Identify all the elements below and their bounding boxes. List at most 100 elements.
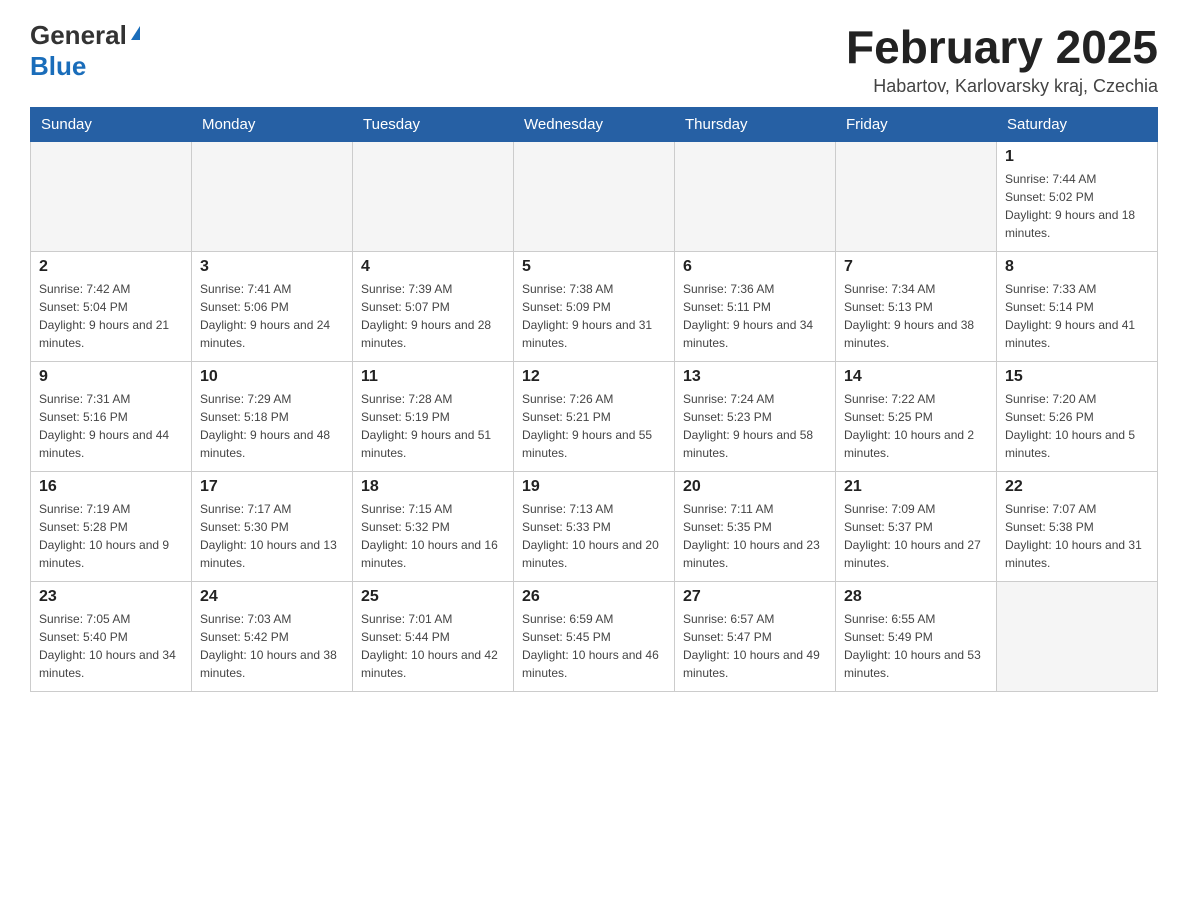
day-info: Sunrise: 7:42 AMSunset: 5:04 PMDaylight:… — [39, 280, 183, 352]
calendar-day-cell: 20 Sunrise: 7:11 AMSunset: 5:35 PMDayligh… — [675, 472, 836, 582]
day-info: Sunrise: 7:09 AMSunset: 5:37 PMDaylight:… — [844, 500, 988, 572]
calendar-week-row: 9 Sunrise: 7:31 AMSunset: 5:16 PMDaylight… — [31, 362, 1158, 472]
day-number: 15 — [1005, 368, 1149, 386]
calendar-week-row: 16 Sunrise: 7:19 AMSunset: 5:28 PMDayligh… — [31, 472, 1158, 582]
day-info: Sunrise: 7:17 AMSunset: 5:30 PMDaylight:… — [200, 500, 344, 572]
day-info: Sunrise: 7:31 AMSunset: 5:16 PMDaylight:… — [39, 390, 183, 462]
calendar-day-cell: 9 Sunrise: 7:31 AMSunset: 5:16 PMDaylight… — [31, 362, 192, 472]
day-info: Sunrise: 7:11 AMSunset: 5:35 PMDaylight:… — [683, 500, 827, 572]
day-info: Sunrise: 7:28 AMSunset: 5:19 PMDaylight:… — [361, 390, 505, 462]
calendar-day-cell — [997, 582, 1158, 692]
day-number: 27 — [683, 588, 827, 606]
day-number: 22 — [1005, 478, 1149, 496]
calendar-day-cell: 8 Sunrise: 7:33 AMSunset: 5:14 PMDaylight… — [997, 252, 1158, 362]
calendar-day-cell: 24 Sunrise: 7:03 AMSunset: 5:42 PMDayligh… — [192, 582, 353, 692]
day-number: 28 — [844, 588, 988, 606]
day-number: 5 — [522, 258, 666, 276]
calendar-day-cell: 21 Sunrise: 7:09 AMSunset: 5:37 PMDayligh… — [836, 472, 997, 582]
day-number: 9 — [39, 368, 183, 386]
day-info: Sunrise: 6:57 AMSunset: 5:47 PMDaylight:… — [683, 610, 827, 682]
day-number: 17 — [200, 478, 344, 496]
calendar-day-cell: 5 Sunrise: 7:38 AMSunset: 5:09 PMDaylight… — [514, 252, 675, 362]
day-info: Sunrise: 7:44 AMSunset: 5:02 PMDaylight:… — [1005, 170, 1149, 242]
day-info: Sunrise: 7:36 AMSunset: 5:11 PMDaylight:… — [683, 280, 827, 352]
logo-general-text: General — [30, 20, 127, 51]
title-area: February 2025 Habartov, Karlovarsky kraj… — [846, 20, 1158, 97]
day-number: 7 — [844, 258, 988, 276]
calendar-day-cell: 1 Sunrise: 7:44 AMSunset: 5:02 PMDaylight… — [997, 142, 1158, 252]
calendar-day-cell: 6 Sunrise: 7:36 AMSunset: 5:11 PMDaylight… — [675, 252, 836, 362]
calendar-day-cell: 18 Sunrise: 7:15 AMSunset: 5:32 PMDayligh… — [353, 472, 514, 582]
calendar-day-cell: 28 Sunrise: 6:55 AMSunset: 5:49 PMDayligh… — [836, 582, 997, 692]
day-info: Sunrise: 7:03 AMSunset: 5:42 PMDaylight:… — [200, 610, 344, 682]
calendar-day-cell: 12Sunrise: 7:26 AMSunset: 5:21 PMDayligh… — [514, 362, 675, 472]
day-info: Sunrise: 7:19 AMSunset: 5:28 PMDaylight:… — [39, 500, 183, 572]
day-of-week-header: Tuesday — [353, 108, 514, 142]
calendar-day-cell: 17 Sunrise: 7:17 AMSunset: 5:30 PMDayligh… — [192, 472, 353, 582]
calendar-day-cell: 4 Sunrise: 7:39 AMSunset: 5:07 PMDaylight… — [353, 252, 514, 362]
day-number: 10 — [200, 368, 344, 386]
day-number: 24 — [200, 588, 344, 606]
logo-blue-text: Blue — [30, 51, 140, 82]
day-info: Sunrise: 7:05 AMSunset: 5:40 PMDaylight:… — [39, 610, 183, 682]
day-info: Sunrise: 7:38 AMSunset: 5:09 PMDaylight:… — [522, 280, 666, 352]
calendar-day-cell: 22Sunrise: 7:07 AMSunset: 5:38 PMDayligh… — [997, 472, 1158, 582]
day-number: 26 — [522, 588, 666, 606]
logo: General Blue — [30, 20, 140, 82]
calendar-day-cell: 26 Sunrise: 6:59 AMSunset: 5:45 PMDayligh… — [514, 582, 675, 692]
day-number: 18 — [361, 478, 505, 496]
calendar-day-cell — [31, 142, 192, 252]
day-number: 20 — [683, 478, 827, 496]
calendar-header-row: SundayMondayTuesdayWednesdayThursdayFrid… — [31, 108, 1158, 142]
calendar-day-cell: 7 Sunrise: 7:34 AMSunset: 5:13 PMDaylight… — [836, 252, 997, 362]
calendar-day-cell — [353, 142, 514, 252]
day-number: 14 — [844, 368, 988, 386]
calendar-table: SundayMondayTuesdayWednesdayThursdayFrid… — [30, 107, 1158, 692]
day-info: Sunrise: 7:20 AMSunset: 5:26 PMDaylight:… — [1005, 390, 1149, 462]
calendar-day-cell: 14 Sunrise: 7:22 AMSunset: 5:25 PMDayligh… — [836, 362, 997, 472]
day-info: Sunrise: 7:34 AMSunset: 5:13 PMDaylight:… — [844, 280, 988, 352]
day-of-week-header: Thursday — [675, 108, 836, 142]
calendar-day-cell: 25 Sunrise: 7:01 AMSunset: 5:44 PMDayligh… — [353, 582, 514, 692]
location-subtitle: Habartov, Karlovarsky kraj, Czechia — [846, 76, 1158, 97]
day-of-week-header: Monday — [192, 108, 353, 142]
day-number: 12 — [522, 368, 666, 386]
day-number: 6 — [683, 258, 827, 276]
day-info: Sunrise: 6:55 AMSunset: 5:49 PMDaylight:… — [844, 610, 988, 682]
calendar-day-cell: 2Sunrise: 7:42 AMSunset: 5:04 PMDaylight… — [31, 252, 192, 362]
day-info: Sunrise: 7:29 AMSunset: 5:18 PMDaylight:… — [200, 390, 344, 462]
day-info: Sunrise: 7:15 AMSunset: 5:32 PMDaylight:… — [361, 500, 505, 572]
day-number: 13 — [683, 368, 827, 386]
day-of-week-header: Friday — [836, 108, 997, 142]
calendar-day-cell: 16 Sunrise: 7:19 AMSunset: 5:28 PMDayligh… — [31, 472, 192, 582]
day-number: 4 — [361, 258, 505, 276]
calendar-day-cell: 23Sunrise: 7:05 AMSunset: 5:40 PMDayligh… — [31, 582, 192, 692]
calendar-week-row: 1 Sunrise: 7:44 AMSunset: 5:02 PMDaylight… — [31, 142, 1158, 252]
day-number: 21 — [844, 478, 988, 496]
day-number: 8 — [1005, 258, 1149, 276]
day-of-week-header: Saturday — [997, 108, 1158, 142]
day-number: 16 — [39, 478, 183, 496]
day-info: Sunrise: 6:59 AMSunset: 5:45 PMDaylight:… — [522, 610, 666, 682]
day-info: Sunrise: 7:22 AMSunset: 5:25 PMDaylight:… — [844, 390, 988, 462]
calendar-day-cell — [514, 142, 675, 252]
day-info: Sunrise: 7:39 AMSunset: 5:07 PMDaylight:… — [361, 280, 505, 352]
day-number: 25 — [361, 588, 505, 606]
calendar-day-cell — [192, 142, 353, 252]
calendar-day-cell: 13 Sunrise: 7:24 AMSunset: 5:23 PMDayligh… — [675, 362, 836, 472]
calendar-day-cell: 3Sunrise: 7:41 AMSunset: 5:06 PMDaylight… — [192, 252, 353, 362]
day-of-week-header: Sunday — [31, 108, 192, 142]
calendar-day-cell — [836, 142, 997, 252]
calendar-day-cell: 11 Sunrise: 7:28 AMSunset: 5:19 PMDayligh… — [353, 362, 514, 472]
day-info: Sunrise: 7:33 AMSunset: 5:14 PMDaylight:… — [1005, 280, 1149, 352]
day-info: Sunrise: 7:01 AMSunset: 5:44 PMDaylight:… — [361, 610, 505, 682]
month-year-title: February 2025 — [846, 20, 1158, 74]
header: General Blue February 2025 Habartov, Kar… — [30, 20, 1158, 97]
day-number: 11 — [361, 368, 505, 386]
day-number: 1 — [1005, 148, 1149, 166]
day-info: Sunrise: 7:13 AMSunset: 5:33 PMDaylight:… — [522, 500, 666, 572]
day-info: Sunrise: 7:24 AMSunset: 5:23 PMDaylight:… — [683, 390, 827, 462]
day-number: 19 — [522, 478, 666, 496]
calendar-day-cell: 15 Sunrise: 7:20 AMSunset: 5:26 PMDayligh… — [997, 362, 1158, 472]
calendar-day-cell: 27 Sunrise: 6:57 AMSunset: 5:47 PMDayligh… — [675, 582, 836, 692]
